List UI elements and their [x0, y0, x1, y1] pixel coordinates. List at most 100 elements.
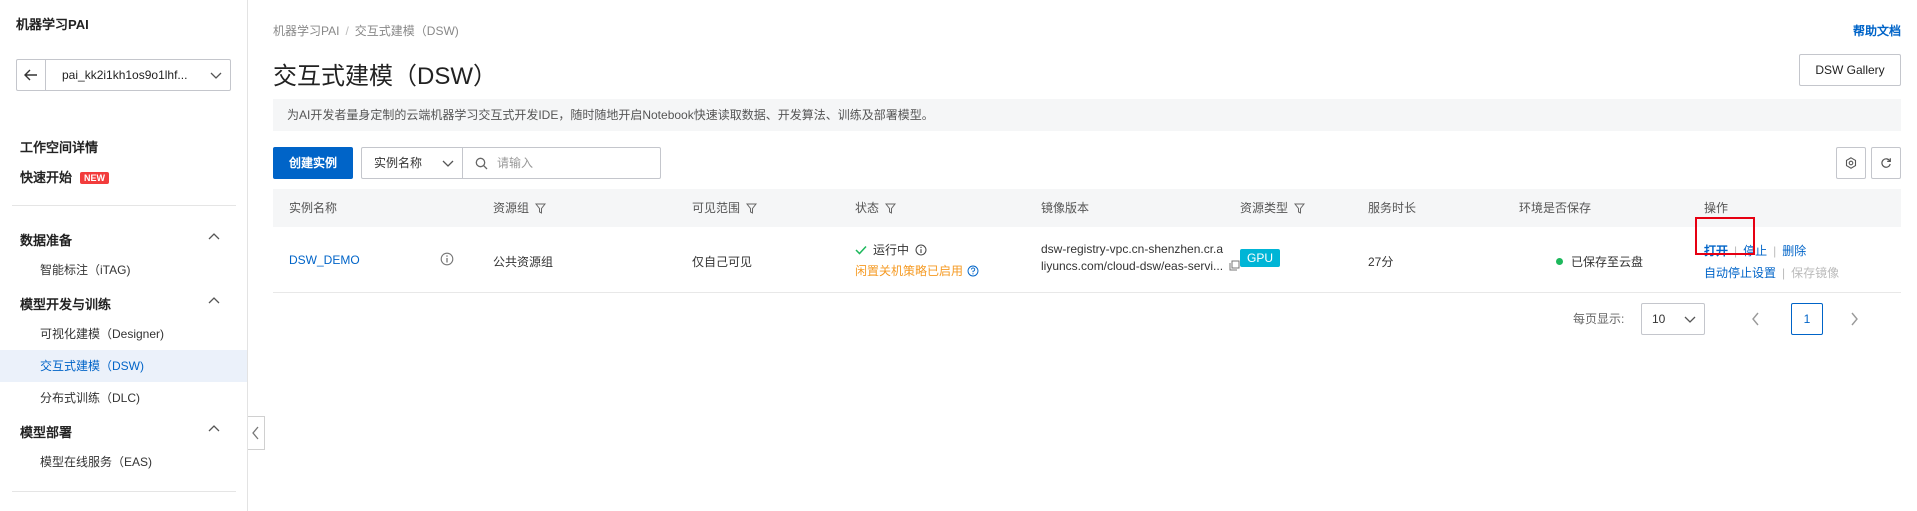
- sidebar-item-designer[interactable]: 可视化建模（Designer): [0, 318, 247, 350]
- sidebar: 机器学习PAI pai_kk2i1kh1os9o1lhf... 工作空间详情 快…: [0, 0, 248, 511]
- search-input[interactable]: [497, 154, 647, 172]
- gpu-badge: GPU: [1240, 249, 1281, 267]
- page-size-label: 每页显示:: [1573, 312, 1625, 326]
- refresh-button[interactable]: [1871, 147, 1901, 179]
- table-header: 实例名称 资源组 可见范围 状态 镜像版本 资源类型 服务时长 环境是否保存 操…: [273, 189, 1901, 227]
- resource-type-cell: GPU: [1240, 249, 1281, 267]
- sidebar-group-model-dev[interactable]: 模型开发与训练: [20, 294, 220, 313]
- status-cell: 运行中 闲置关机策略已启用: [855, 241, 979, 279]
- app-title: 机器学习PAI: [16, 17, 89, 32]
- sidebar-item-workspace-detail[interactable]: 工作空间详情: [20, 137, 98, 156]
- instances-table: 实例名称 资源组 可见范围 状态 镜像版本 资源类型 服务时长 环境是否保存 操…: [273, 189, 1901, 293]
- filter-icon[interactable]: [885, 203, 897, 214]
- delete-button[interactable]: 删除: [1782, 244, 1806, 258]
- idle-shutdown-status: 闲置关机策略已启用: [855, 262, 979, 279]
- settings-button[interactable]: [1836, 147, 1866, 179]
- filter-icon[interactable]: [746, 203, 758, 214]
- prev-page-icon[interactable]: [1751, 311, 1761, 327]
- column-header-label: 可见范围: [692, 201, 741, 215]
- breadcrumb: 机器学习PAI / 交互式建模（DSW): [273, 22, 459, 39]
- visibility-cell: 仅自己可见: [692, 255, 753, 269]
- breadcrumb-item-current: 交互式建模（DSW): [354, 24, 459, 38]
- info-icon[interactable]: [440, 252, 454, 269]
- chevron-down-icon: [1684, 316, 1696, 323]
- workspace-dropdown[interactable]: pai_kk2i1kh1os9o1lhf...: [45, 59, 231, 91]
- save-image-button[interactable]: 保存镜像: [1791, 266, 1839, 280]
- create-instance-button[interactable]: 创建实例: [273, 147, 353, 179]
- back-button[interactable]: [16, 59, 46, 91]
- idle-shutdown-text: 闲置关机策略已启用: [855, 264, 964, 278]
- column-header-label: 资源类型: [1240, 201, 1289, 215]
- search-field-value: 实例名称: [374, 156, 423, 170]
- page-number-current[interactable]: 1: [1791, 303, 1823, 335]
- image-version-line: liyuncs.com/cloud-dsw/eas-servi...: [1041, 258, 1240, 275]
- chevron-up-icon: [208, 425, 220, 432]
- sidebar-item-itag[interactable]: 智能标注（iTAG): [0, 254, 247, 286]
- env-saved-text: 已保存至云盘: [1571, 255, 1644, 269]
- resource-group-cell: 公共资源组: [493, 255, 554, 269]
- sidebar-item-dsw[interactable]: 交互式建模（DSW): [0, 350, 247, 382]
- column-header-label: 资源组: [493, 201, 530, 215]
- env-saved-cell: 已保存至云盘: [1556, 253, 1643, 270]
- sidebar-group-label: 模型开发与训练: [20, 297, 112, 312]
- filter-icon[interactable]: [1294, 203, 1306, 214]
- image-version-line: dsw-registry-vpc.cn-shenzhen.cr.a: [1041, 242, 1224, 256]
- chevron-down-icon: [210, 72, 222, 79]
- table-row: DSW_DEMO 公共资源组 仅自己可见 运行中 闲置关机策略已启用 dsw-r…: [273, 217, 1901, 293]
- status-running: 运行中: [855, 241, 979, 258]
- check-icon: [855, 245, 867, 255]
- sidebar-item-quick-start[interactable]: 快速开始 NEW: [20, 167, 110, 186]
- page-description: 为AI开发者量身定制的云端机器学习交互式开发IDE，随时随地开启Notebook…: [273, 99, 1901, 131]
- instance-name-link[interactable]: DSW_DEMO: [289, 253, 360, 267]
- chevron-up-icon: [208, 233, 220, 240]
- sidebar-group-label: 模型部署: [20, 425, 73, 440]
- next-page-icon[interactable]: [1849, 311, 1859, 327]
- refresh-icon: [1881, 158, 1891, 168]
- column-header-resource-type: 资源类型: [1240, 189, 1306, 227]
- status-text: 运行中: [873, 243, 910, 257]
- sidebar-collapse-handle[interactable]: [248, 416, 265, 450]
- sidebar-group-data-prep[interactable]: 数据准备: [20, 230, 220, 249]
- new-badge: NEW: [80, 172, 110, 184]
- info-icon[interactable]: [915, 244, 927, 256]
- sidebar-group-deploy[interactable]: 模型部署: [20, 422, 220, 441]
- dsw-gallery-button[interactable]: DSW Gallery: [1799, 54, 1901, 86]
- chevron-left-icon: [252, 426, 259, 440]
- column-header-visibility: 可见范围: [692, 189, 758, 227]
- sidebar-group-label: 数据准备: [20, 233, 73, 248]
- chevron-down-icon: [442, 160, 454, 167]
- column-header-env-saved: 环境是否保存: [1519, 201, 1592, 215]
- auto-stop-settings-button[interactable]: 自动停止设置: [1704, 266, 1776, 280]
- separator: |: [1782, 266, 1786, 280]
- page-size-select[interactable]: 10: [1641, 303, 1705, 335]
- search-box: [462, 147, 661, 179]
- toolbar: 创建实例 实例名称: [273, 147, 1901, 179]
- workspace-selector: pai_kk2i1kh1os9o1lhf...: [16, 59, 231, 91]
- workspace-name: pai_kk2i1kh1os9o1lhf...: [62, 68, 188, 82]
- column-header-image: 镜像版本: [1041, 201, 1090, 215]
- help-icon[interactable]: [967, 265, 979, 277]
- column-header-label: 状态: [855, 201, 880, 215]
- page-size-value: 10: [1652, 312, 1666, 326]
- gear-icon: [1845, 157, 1857, 169]
- divider: [12, 491, 236, 492]
- divider: [12, 205, 236, 206]
- column-header-status: 状态: [855, 189, 897, 227]
- duration-cell: 27分: [1368, 255, 1394, 269]
- status-dot: [1556, 258, 1563, 265]
- column-header-name: 实例名称: [289, 201, 338, 215]
- sidebar-item-dlc[interactable]: 分布式训练（DLC): [0, 382, 247, 414]
- help-docs-link[interactable]: 帮助文档: [1853, 22, 1901, 39]
- column-header-resource-group: 资源组: [493, 189, 547, 227]
- separator: |: [1773, 244, 1777, 258]
- column-header-duration: 服务时长: [1368, 201, 1417, 215]
- sidebar-item-eas[interactable]: 模型在线服务（EAS): [0, 446, 247, 478]
- copy-icon[interactable]: [1229, 260, 1240, 271]
- sidebar-item-label: 快速开始: [20, 170, 73, 185]
- filter-icon[interactable]: [535, 203, 547, 214]
- breadcrumb-item[interactable]: 机器学习PAI: [273, 24, 339, 38]
- arrow-left-icon: [24, 69, 37, 81]
- main-content: 机器学习PAI / 交互式建模（DSW) 帮助文档 交互式建模（DSW） DSW G…: [273, 0, 1913, 511]
- highlight-box: [1695, 217, 1755, 255]
- search-field-select[interactable]: 实例名称: [361, 147, 463, 179]
